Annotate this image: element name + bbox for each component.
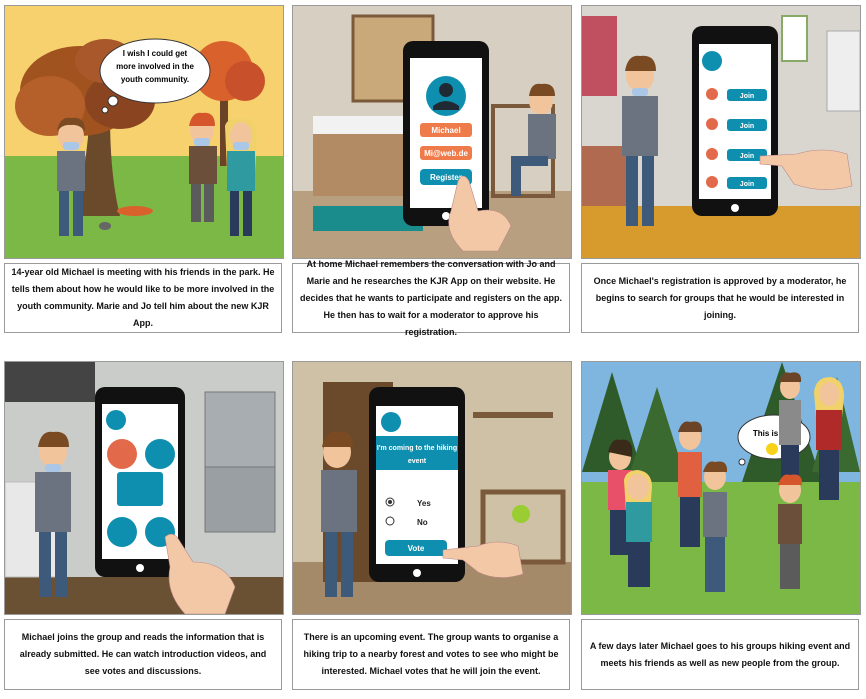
join-button-label: Join [740, 181, 754, 188]
character-michael [703, 461, 728, 592]
panel-2-caption: At home Michael remembers the conversati… [292, 259, 570, 337]
vote-button-label: Vote [408, 544, 425, 553]
event-title: event [408, 458, 427, 465]
bubble-line: I wish I could get [123, 49, 188, 58]
members-icon[interactable] [107, 439, 137, 469]
person [779, 372, 802, 490]
panel-6-caption: A few days later Michael goes to his gro… [581, 619, 859, 690]
video-icon[interactable] [117, 472, 163, 506]
join-button-label: Join [740, 153, 754, 160]
bubble-line: youth community. [121, 75, 189, 84]
person [678, 421, 703, 547]
option-yes-label: Yes [417, 499, 431, 508]
option-no-label: No [417, 518, 428, 527]
join-button-label: Join [740, 123, 754, 130]
votes-icon[interactable] [107, 517, 137, 547]
panel-4-caption: Michael joins the group and reads the in… [4, 619, 282, 690]
panel-4-scene [4, 361, 284, 615]
join-button-label: Join [740, 93, 754, 100]
panel-3-caption: Once Michael's registration is approved … [581, 263, 859, 333]
panel-5-caption: There is an upcoming event. The group wa… [292, 619, 570, 690]
panel-1-caption: 14-year old Michael is meeting with his … [4, 263, 282, 333]
bubble-line: more involved in the [116, 62, 194, 71]
ball-icon [512, 505, 530, 523]
event-title: I'm coming to the hiking [377, 445, 457, 452]
panel-3-scene: Join Join Join Join [581, 5, 861, 259]
person-jo [624, 470, 652, 587]
name-field-value: Michael [431, 126, 460, 135]
phone: Michael Mi@web.de Register [403, 41, 489, 226]
board-icon[interactable] [145, 439, 175, 469]
phone: Join Join Join Join [692, 26, 778, 216]
panel-6-scene: This is fun. [581, 361, 861, 615]
smiley-icon [766, 443, 778, 455]
panel-1-scene: I wish I could get more involved in the … [4, 5, 284, 259]
panel-5-scene: I'm coming to the hiking event Yes No Vo… [292, 361, 572, 615]
panel-2-scene: Michael Mi@web.de Register [292, 5, 572, 259]
person [778, 474, 803, 589]
radio-no[interactable] [385, 516, 395, 526]
register-button-label: Register [430, 173, 462, 182]
email-field-value: Mi@web.de [424, 149, 468, 158]
